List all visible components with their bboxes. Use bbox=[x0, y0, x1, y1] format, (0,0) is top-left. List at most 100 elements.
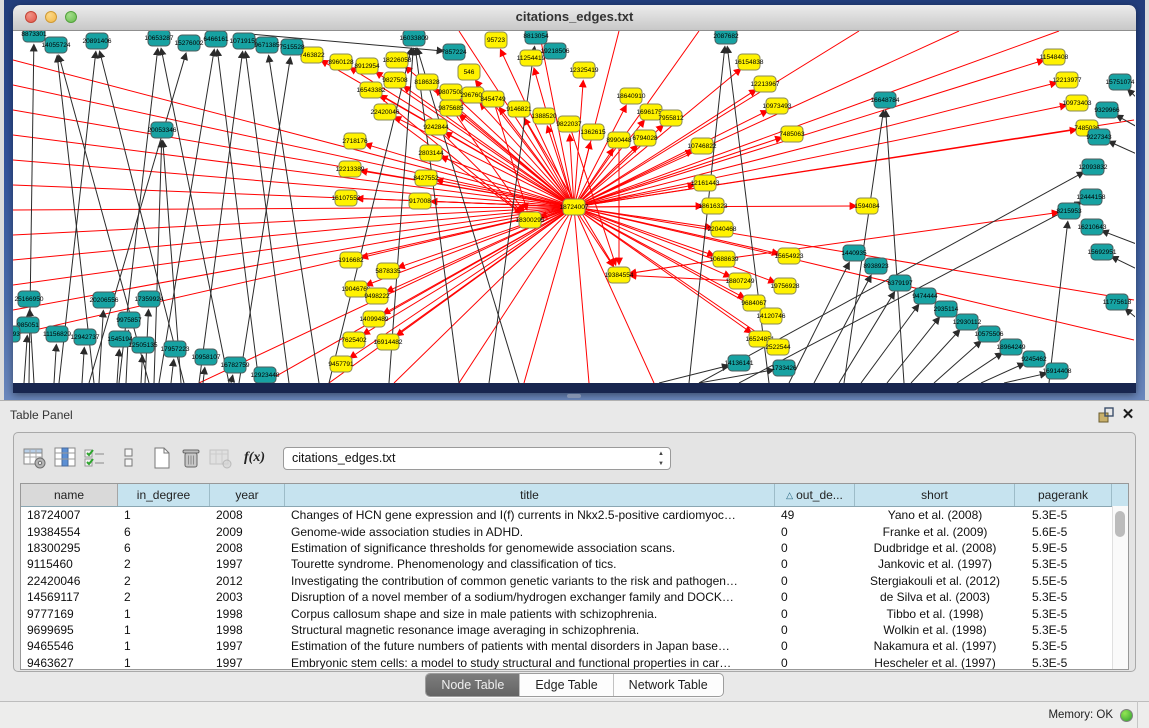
tab-node-table[interactable]: Node Table bbox=[426, 674, 520, 696]
table-row[interactable]: 969969511998Structural magnetic resonanc… bbox=[21, 622, 1128, 638]
graph-node[interactable]: 16543382 bbox=[357, 82, 386, 98]
scrollbar-thumb[interactable] bbox=[1115, 511, 1125, 537]
column-header-out-de-[interactable]: △out_de... bbox=[775, 484, 855, 506]
table-row[interactable]: 1830029562008Estimation of significance … bbox=[21, 540, 1128, 556]
graph-node[interactable]: 9975857 bbox=[116, 312, 142, 328]
graph-node[interactable]: 9227343 bbox=[1086, 129, 1112, 145]
edge[interactable] bbox=[231, 376, 233, 383]
graph-node[interactable]: 18300295 bbox=[516, 212, 545, 228]
function-builder-button[interactable]: f(x) bbox=[244, 450, 265, 466]
graph-node[interactable]: 12213389 bbox=[336, 161, 365, 177]
citation-network-graph[interactable]: 1872400774638228960128891295418226058982… bbox=[13, 31, 1135, 383]
edge[interactable] bbox=[814, 276, 871, 383]
edge[interactable] bbox=[957, 353, 1002, 383]
edge[interactable] bbox=[217, 50, 259, 383]
graph-node[interactable]: 20206556 bbox=[90, 292, 119, 308]
citation-edge[interactable] bbox=[13, 60, 574, 207]
citation-edge[interactable] bbox=[460, 115, 574, 207]
graph-node[interactable]: 18226058 bbox=[383, 52, 412, 68]
graph-node[interactable]: 7857224 bbox=[441, 44, 467, 60]
graph-node[interactable]: 16154838 bbox=[735, 54, 764, 70]
column-header-in-degree[interactable]: in_degree bbox=[118, 484, 210, 506]
citation-edge[interactable] bbox=[574, 90, 756, 207]
edge[interactable] bbox=[1128, 90, 1135, 100]
graph-node[interactable]: 14055724 bbox=[42, 37, 71, 53]
graph-node[interactable]: 8215953 bbox=[1056, 203, 1082, 219]
graph-node[interactable]: 10653287 bbox=[145, 31, 174, 46]
graph-node[interactable]: 5878335 bbox=[375, 263, 401, 279]
graph-node[interactable]: 18724007 bbox=[560, 199, 589, 215]
citation-edge[interactable] bbox=[574, 207, 589, 383]
graph-node[interactable]: 8960128 bbox=[328, 54, 354, 70]
graph-node[interactable]: 10746822 bbox=[688, 138, 717, 154]
clear-selection-button[interactable] bbox=[120, 445, 138, 471]
graph-node[interactable]: 12505135 bbox=[129, 337, 158, 353]
graph-node[interactable]: 12923448 bbox=[251, 367, 280, 383]
edge[interactable] bbox=[1004, 373, 1046, 383]
create-column-button[interactable] bbox=[150, 445, 174, 471]
delete-column-button[interactable] bbox=[178, 445, 204, 471]
graph-node[interactable]: 1362615 bbox=[580, 124, 606, 140]
edge[interactable] bbox=[886, 111, 904, 383]
column-header-title[interactable]: title bbox=[285, 484, 775, 506]
citation-edge[interactable] bbox=[13, 160, 574, 207]
column-header-year[interactable]: year bbox=[210, 484, 285, 506]
graph-node[interactable]: 8990448 bbox=[606, 132, 632, 148]
graph-node[interactable]: 7625402 bbox=[341, 332, 367, 348]
citation-edge[interactable] bbox=[398, 207, 574, 267]
graph-node[interactable]: 15692951 bbox=[1088, 244, 1117, 260]
edge[interactable] bbox=[24, 336, 27, 383]
graph-node[interactable]: 9498222 bbox=[364, 288, 390, 304]
graph-node[interactable]: 8813054 bbox=[523, 31, 549, 44]
graph-node[interactable]: 9671385 bbox=[254, 37, 280, 53]
graph-node[interactable]: 2718176 bbox=[342, 133, 368, 149]
edge[interactable] bbox=[887, 318, 939, 383]
graph-node[interactable]: 6794028 bbox=[632, 130, 658, 146]
citation-edge[interactable] bbox=[574, 151, 692, 207]
graph-node[interactable]: 12444158 bbox=[1077, 189, 1106, 205]
graph-node[interactable]: 15276002 bbox=[175, 35, 204, 51]
graph-node[interactable]: 546 bbox=[458, 64, 480, 80]
graph-node[interactable]: 19384554 bbox=[605, 267, 634, 283]
table-vertical-scrollbar[interactable] bbox=[1112, 506, 1128, 669]
graph-node[interactable]: 917008 bbox=[409, 193, 431, 209]
graph-node[interactable]: 25166950 bbox=[15, 291, 44, 307]
graph-node[interactable]: 12093832 bbox=[1079, 159, 1108, 175]
tab-network-table[interactable]: Network Table bbox=[614, 674, 723, 696]
graph-node[interactable]: 11156829 bbox=[43, 326, 71, 342]
column-header-pagerank[interactable]: pagerank bbox=[1015, 484, 1112, 506]
graph-node[interactable]: 15751074 bbox=[1106, 74, 1135, 90]
table-selector-dropdown[interactable]: citations_edges.txt ▲▼ bbox=[283, 447, 671, 470]
citation-edge[interactable] bbox=[574, 207, 711, 227]
edge[interactable] bbox=[245, 52, 289, 383]
citation-edge[interactable] bbox=[394, 207, 574, 383]
table-row[interactable]: 977716911998Corpus callosum shape and si… bbox=[21, 605, 1128, 621]
graph-node[interactable]: 9827508 bbox=[382, 72, 408, 88]
table-row[interactable]: 1938455462009Genome-wide association stu… bbox=[21, 523, 1128, 539]
network-view[interactable]: 1872400774638228960128891295418226058982… bbox=[13, 31, 1136, 393]
graph-node[interactable]: 9146821 bbox=[506, 101, 532, 117]
tab-edge-table[interactable]: Edge Table bbox=[520, 674, 613, 696]
graph-node[interactable]: 19218506 bbox=[541, 43, 570, 59]
graph-node[interactable]: 20891406 bbox=[83, 33, 112, 49]
graph-node[interactable]: 17359924 bbox=[135, 291, 164, 307]
graph-node[interactable]: 18807249 bbox=[726, 273, 755, 289]
edge[interactable] bbox=[1109, 142, 1135, 155]
edge[interactable] bbox=[171, 360, 174, 383]
graph-node[interactable]: 2935114 bbox=[934, 301, 959, 317]
graph-node[interactable]: 18616323 bbox=[699, 198, 728, 214]
graph-node[interactable]: 1388520 bbox=[531, 108, 557, 124]
edge[interactable] bbox=[1126, 309, 1135, 320]
edge[interactable] bbox=[789, 263, 849, 383]
graph-node[interactable]: 1440935 bbox=[841, 245, 867, 261]
delete-table-button[interactable] bbox=[208, 445, 234, 471]
table-row[interactable]: 946362711997Embryonic stem cells: a mode… bbox=[21, 655, 1128, 670]
edge[interactable] bbox=[1112, 257, 1135, 270]
graph-node[interactable]: 7515528 bbox=[279, 39, 305, 55]
edge[interactable] bbox=[54, 345, 56, 383]
graph-node[interactable]: 9875685 bbox=[438, 100, 464, 116]
citation-edge[interactable] bbox=[574, 137, 782, 207]
graph-node[interactable]: 10575506 bbox=[975, 326, 1004, 342]
table-row[interactable]: 911546021997Tourette syndrome. Phenomeno… bbox=[21, 556, 1128, 572]
network-window[interactable]: citations_edges.txt 18724007746382289601… bbox=[13, 5, 1136, 393]
